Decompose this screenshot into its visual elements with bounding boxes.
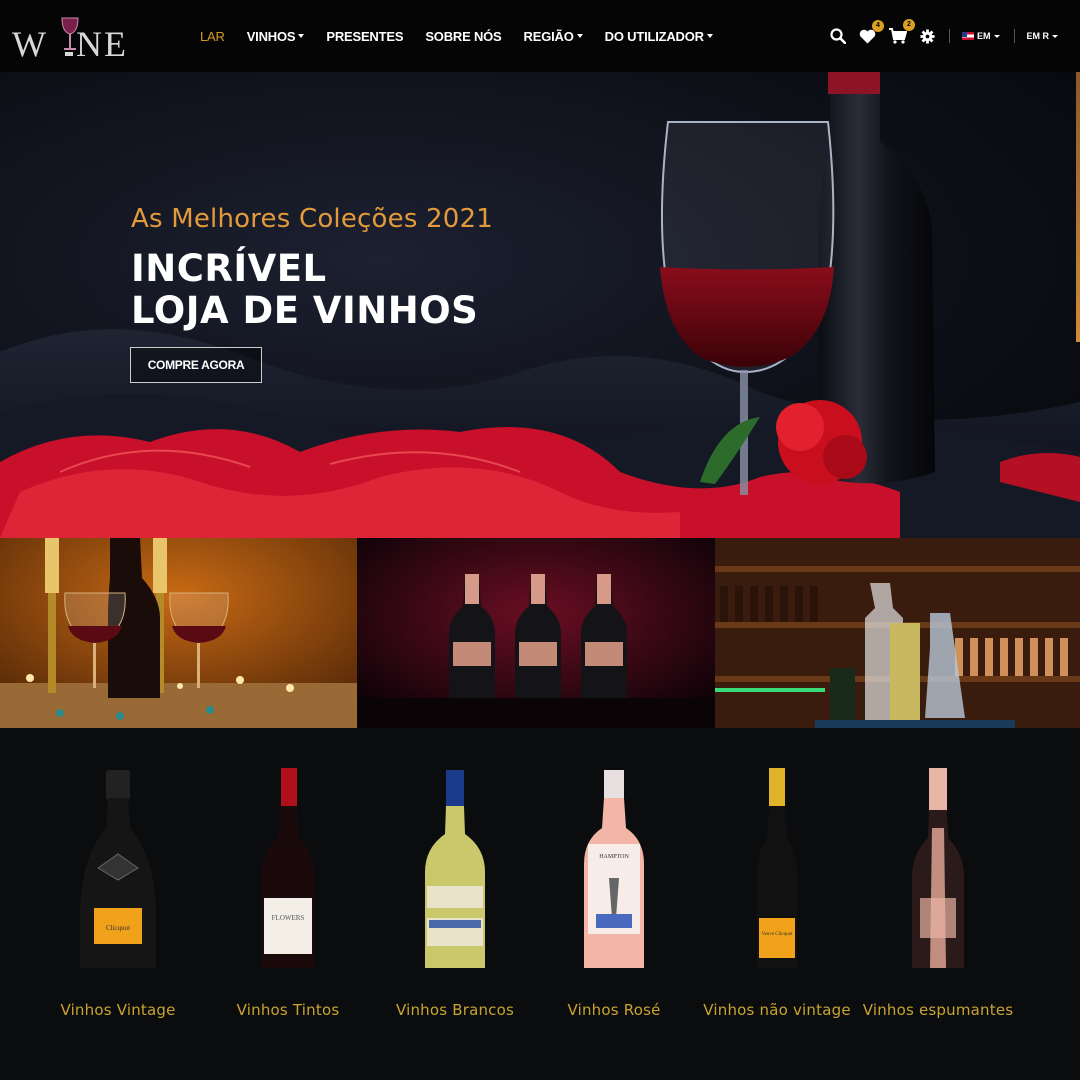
category-label: Vinhos Vintage xyxy=(60,1001,176,1019)
language-label: EM xyxy=(977,31,991,41)
three-bottles-image xyxy=(357,538,715,728)
wishlist-button[interactable]: 4 xyxy=(859,19,884,44)
nav-item-label: LAR xyxy=(200,28,225,44)
rose-wine-bottle-icon: HAMPTON xyxy=(584,770,644,968)
candlelight-wine-image xyxy=(0,538,357,728)
category-label: Vinhos Brancos xyxy=(395,1001,515,1019)
svg-text:W: W xyxy=(12,24,48,62)
promo-banner-candles[interactable] xyxy=(0,538,357,728)
nav-item-presentes[interactable]: PRESENTES xyxy=(326,29,403,44)
hero-title-line: INCRÍVEL xyxy=(131,247,327,290)
promo-banner-bottles[interactable] xyxy=(357,538,715,728)
hero-slider: As Melhores Coleções 2021 INCRÍVEL LOJA … xyxy=(0,72,1080,538)
category-label: Vinhos Rosé xyxy=(567,1001,661,1019)
hero-title-line: LOJA DE VINHOS xyxy=(131,289,479,332)
nav-item-do-utilizador[interactable]: DO UTILIZADOR xyxy=(605,29,713,44)
wishlist-count-badge: 4 xyxy=(872,19,884,32)
top-navbar: W NE LAR VINHOS PRESENTES SOBRE NÓS REGI… xyxy=(0,0,1080,72)
vintage-bottle-icon: Clicquot xyxy=(80,770,156,968)
cart-button[interactable]: 2 xyxy=(889,19,915,44)
category-label: Vinhos espumantes xyxy=(862,1001,1014,1019)
divider xyxy=(949,29,950,43)
nav-item-label: DO UTILIZADOR xyxy=(604,28,704,44)
svg-text:Veuve Clicquot: Veuve Clicquot xyxy=(762,932,794,937)
svg-text:HAMPTON: HAMPTON xyxy=(599,854,629,860)
search-icon xyxy=(830,28,846,44)
nav-item-label: PRESENTES xyxy=(326,28,404,44)
cart-icon xyxy=(889,28,907,44)
divider xyxy=(1013,29,1015,43)
uk-flag-icon xyxy=(962,32,974,40)
chevron-down-icon xyxy=(706,34,713,38)
svg-text:NE: NE xyxy=(76,24,128,62)
category-vintage[interactable]: Clicquot Vinhos Vintage xyxy=(38,768,198,1019)
wine-categories: Clicquot Vinhos Vintage FLOWERS Vinhos T… xyxy=(0,728,1080,1080)
gear-icon xyxy=(920,28,935,44)
nav-item-label: SOBRE NÓS xyxy=(425,28,502,44)
settings-button[interactable] xyxy=(920,28,935,44)
wine-logo[interactable]: W NE xyxy=(12,10,164,62)
category-rose[interactable]: HAMPTON Vinhos Rosé xyxy=(534,768,694,1019)
category-nao-vintage[interactable]: Veuve Clicquot Vinhos não vintage xyxy=(697,768,857,1019)
shop-now-button[interactable]: COMPRE AGORA xyxy=(130,347,262,383)
chevron-down-icon xyxy=(1052,34,1058,38)
category-brancos[interactable]: Vinhos Brancos xyxy=(375,768,535,1019)
hero-subtitle: As Melhores Coleções 2021 xyxy=(131,204,494,234)
sparkling-bottle-icon xyxy=(912,768,964,968)
nav-item-vinhos[interactable]: VINHOS xyxy=(247,29,305,44)
svg-text:FLOWERS: FLOWERS xyxy=(272,914,305,922)
nav-item-sobre-nos[interactable]: SOBRE NÓS xyxy=(425,29,501,44)
category-label: Vinhos Tintos xyxy=(236,1001,340,1019)
nav-item-lar[interactable]: LAR xyxy=(200,29,225,44)
nav-item-label: VINHOS xyxy=(246,28,296,44)
nav-item-regiao[interactable]: REGIÃO xyxy=(524,29,583,44)
language-selector[interactable]: EM xyxy=(962,31,1000,41)
svg-text:Clicquot: Clicquot xyxy=(106,924,130,932)
currency-label: EM R xyxy=(1026,31,1050,41)
chevron-down-icon xyxy=(298,34,305,38)
currency-selector[interactable]: EM R xyxy=(1026,31,1058,41)
red-wine-bottle-icon: FLOWERS xyxy=(262,768,314,968)
nav-item-label: REGIÃO xyxy=(523,28,574,44)
chevron-down-icon xyxy=(993,34,1000,38)
chevron-down-icon xyxy=(576,34,583,38)
promo-banners xyxy=(0,538,1080,728)
category-espumantes[interactable]: Vinhos espumantes xyxy=(858,768,1018,1019)
search-button[interactable] xyxy=(830,28,846,44)
bar-shelves-image xyxy=(715,538,1080,728)
white-wine-bottle-icon xyxy=(425,770,485,968)
category-tintos[interactable]: FLOWERS Vinhos Tintos xyxy=(208,768,368,1019)
slider-progress-bar xyxy=(1076,72,1080,342)
category-label: Vinhos não vintage xyxy=(703,1001,851,1019)
champagne-bottle-icon: Veuve Clicquot xyxy=(757,768,797,968)
hero-title: INCRÍVEL LOJA DE VINHOS xyxy=(131,248,478,332)
cart-count-badge: 2 xyxy=(903,19,915,31)
promo-banner-bar[interactable] xyxy=(715,538,1080,728)
